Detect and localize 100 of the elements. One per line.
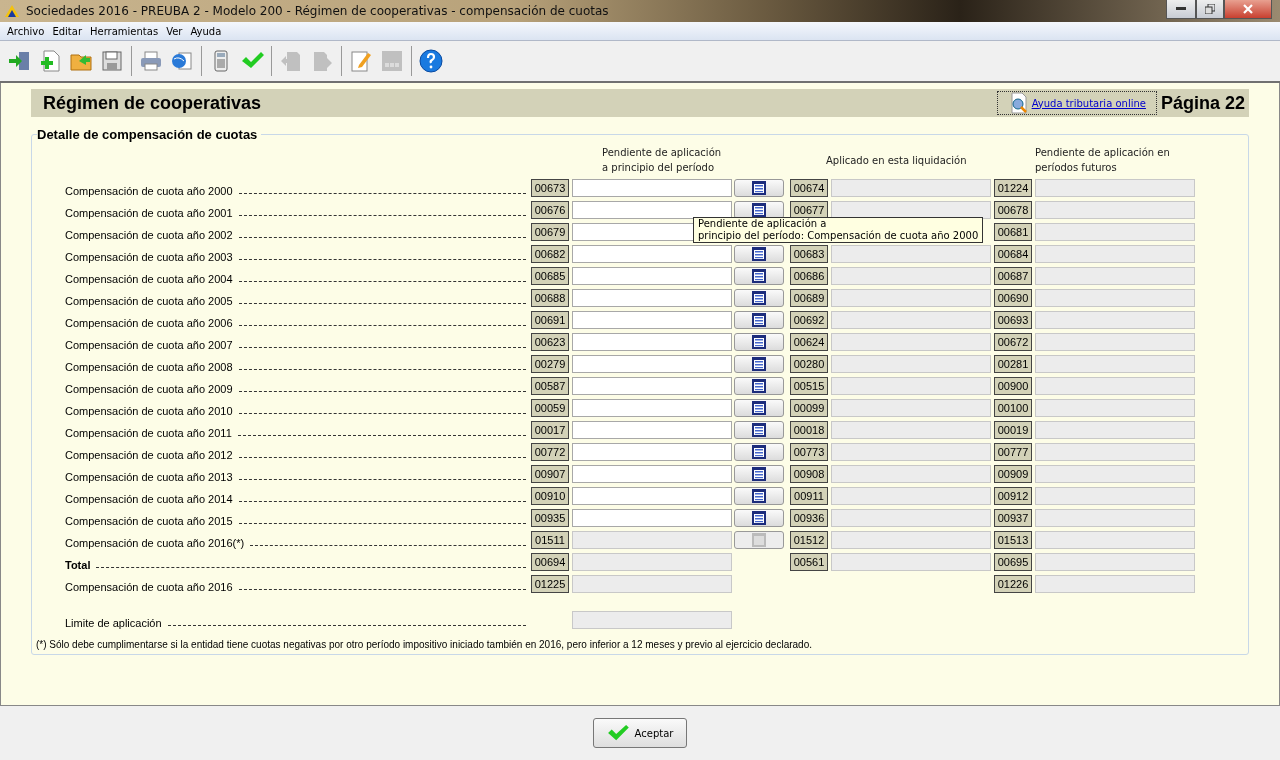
help-icon[interactable]	[419, 49, 443, 73]
page-title: Régimen de cooperativas	[43, 92, 263, 114]
field-code: 00777	[994, 443, 1032, 461]
restore-button[interactable]	[1196, 0, 1224, 19]
menu-item[interactable]: Archivo	[3, 25, 49, 37]
amount-field[interactable]	[572, 377, 732, 395]
amount-field[interactable]	[572, 355, 732, 373]
detail-button[interactable]	[734, 245, 784, 263]
row-label: Compensación de cuota año 2009	[65, 383, 233, 395]
close-icon	[1243, 4, 1253, 14]
detail-button[interactable]	[734, 179, 784, 197]
page-number: Página 22	[1160, 92, 1245, 114]
row-label: Compensación de cuota año 2016	[65, 581, 233, 593]
detail-button[interactable]	[734, 509, 784, 527]
amount-field[interactable]	[572, 421, 732, 439]
amount-field[interactable]	[572, 245, 732, 263]
field-code: 00279	[531, 355, 569, 373]
row-label: Compensación de cuota año 2002	[65, 229, 233, 241]
detail-button[interactable]	[734, 333, 784, 351]
field-code: 00772	[531, 443, 569, 461]
amount-field[interactable]	[572, 487, 732, 505]
form-icon	[752, 401, 766, 415]
field-code: 00900	[994, 377, 1032, 395]
amount-field[interactable]	[572, 465, 732, 483]
field-code: 00691	[531, 311, 569, 329]
field-code: 00059	[531, 399, 569, 417]
amount-field[interactable]	[572, 201, 732, 219]
detail-button[interactable]	[734, 487, 784, 505]
field-code: 00692	[790, 311, 828, 329]
detail-button[interactable]	[734, 465, 784, 483]
detail-button[interactable]	[734, 377, 784, 395]
pencil-note-icon[interactable]	[349, 49, 373, 73]
detail-button[interactable]	[734, 443, 784, 461]
field-code: 00100	[994, 399, 1032, 417]
amount-field[interactable]	[572, 333, 732, 351]
field-code: 01511	[531, 531, 569, 549]
form-icon	[752, 269, 766, 283]
detail-button[interactable]	[734, 267, 784, 285]
field-code: 00019	[994, 421, 1032, 439]
field-code: 00679	[531, 223, 569, 241]
row-label: Compensación de cuota año 2003	[65, 251, 233, 263]
detail-button[interactable]	[734, 399, 784, 417]
amount-field[interactable]	[572, 399, 732, 417]
globe-document-icon[interactable]	[170, 49, 194, 73]
restore-icon	[1205, 4, 1215, 14]
field-code: 01513	[994, 531, 1032, 549]
row-label: Compensación de cuota año 2005	[65, 295, 233, 307]
close-button[interactable]	[1224, 0, 1272, 19]
field-code: 00773	[790, 443, 828, 461]
amount-field[interactable]	[572, 267, 732, 285]
field-code: 00515	[790, 377, 828, 395]
menu-item[interactable]: Editar	[48, 25, 86, 37]
detail-button[interactable]	[734, 355, 784, 373]
amount-field[interactable]	[572, 311, 732, 329]
help-link[interactable]: Ayuda tributaria online	[996, 91, 1157, 115]
amount-field[interactable]	[572, 509, 732, 527]
field-code: 00672	[994, 333, 1032, 351]
amount-field[interactable]	[572, 289, 732, 307]
section-title: Detalle de compensación de cuotas	[37, 127, 262, 142]
field-code: 00624	[790, 333, 828, 351]
field-code: 00678	[994, 201, 1032, 219]
field-code: 00674	[790, 179, 828, 197]
menu-item[interactable]: Herramientas	[86, 25, 163, 37]
menu-item[interactable]: Ayuda	[186, 25, 226, 37]
form-icon	[752, 203, 766, 217]
form-icon	[752, 533, 766, 547]
detail-button[interactable]	[734, 311, 784, 329]
detail-button[interactable]	[734, 421, 784, 439]
row-label: Limite de aplicación	[65, 617, 162, 629]
minimize-button[interactable]	[1166, 0, 1196, 19]
row-label: Compensación de cuota año 2006	[65, 317, 233, 329]
menu-item[interactable]: Ver	[162, 25, 187, 37]
field-code: 01224	[994, 179, 1032, 197]
form-icon	[752, 291, 766, 305]
field-code: 01225	[531, 575, 569, 593]
app-logo-icon	[4, 4, 20, 18]
field-code: 00561	[790, 553, 828, 571]
row-label: Compensación de cuota año 2008	[65, 361, 233, 373]
form-icon	[752, 313, 766, 327]
detail-button[interactable]	[734, 289, 784, 307]
accept-button[interactable]: Aceptar	[593, 718, 687, 748]
field-code: 00623	[531, 333, 569, 351]
amount-field[interactable]	[572, 443, 732, 461]
field-code: 00935	[531, 509, 569, 527]
column-header: Pendiente de aplicación a principio del período	[601, 146, 723, 175]
checkmark-icon	[606, 724, 629, 742]
field-code: 00099	[790, 399, 828, 417]
row-label: Total	[65, 559, 91, 571]
field-code: 00936	[790, 509, 828, 527]
field-code: 00280	[790, 355, 828, 373]
new-document-icon[interactable]	[38, 49, 62, 73]
magnifier-document-icon	[1009, 92, 1028, 114]
field-code: 00688	[531, 289, 569, 307]
exit-door-icon[interactable]	[7, 49, 31, 73]
field-code: 00909	[994, 465, 1032, 483]
amount-field[interactable]	[572, 179, 732, 197]
form-icon	[752, 247, 766, 261]
printer-icon[interactable]	[139, 49, 163, 73]
row-label: Compensación de cuota año 2015	[65, 515, 233, 527]
form-icon	[752, 335, 766, 349]
